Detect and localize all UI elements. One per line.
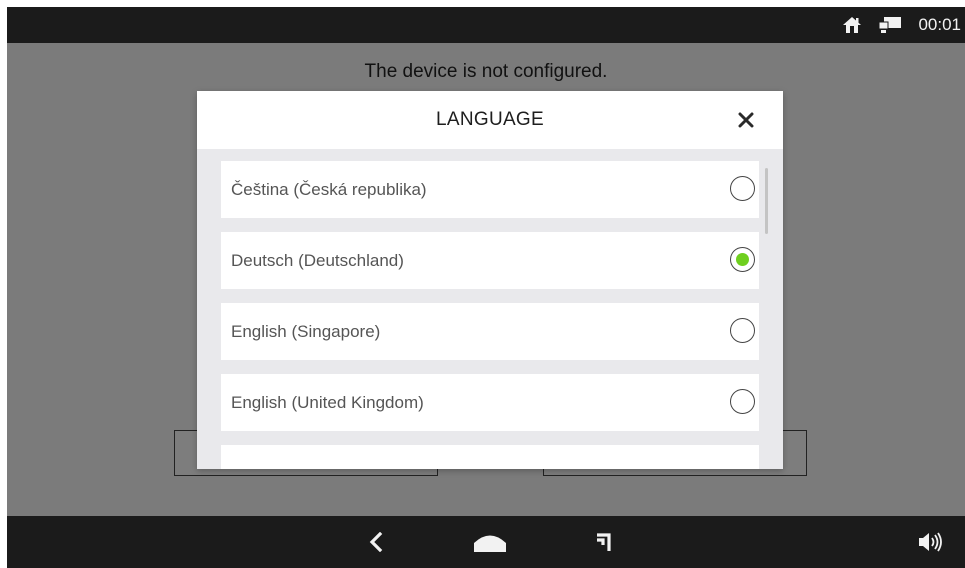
home-button[interactable] [464,516,516,568]
status-bar: 00:01 [7,7,965,43]
home-icon [474,535,506,552]
home-network-icon [843,17,862,33]
language-item-cestina[interactable]: Čeština (Česká republika) [221,161,759,218]
dialog-header: LANGUAGE [197,91,783,149]
language-label: Deutsch (Deutschland) [231,251,404,270]
back-icon [369,532,383,552]
back-button[interactable] [350,516,402,568]
not-configured-message: The device is not configured. [364,61,608,82]
list-scrollbar[interactable] [765,168,768,234]
device-screen: 00:01 The device is not configured. LANG… [7,7,965,568]
language-item-english-singapore[interactable]: English (Singapore) [221,303,759,360]
status-icons: 00:01 [842,7,965,43]
close-button[interactable] [733,107,759,133]
radio-button[interactable] [730,389,755,414]
language-item-deutsch[interactable]: Deutsch (Deutschland) [221,232,759,289]
status-time: 00:01 [918,15,961,34]
monitor-icon [878,17,902,33]
recent-apps-button[interactable] [578,516,630,568]
language-list[interactable]: Čeština (Česká republika) Deutsch (Deuts… [221,161,759,469]
language-label: English (Singapore) [231,322,381,341]
language-label: English (United Kingdom) [231,393,424,412]
radio-button-selected[interactable] [730,247,755,272]
language-item-english-uk[interactable]: English (United Kingdom) [221,374,759,431]
navigation-bar [7,516,965,568]
language-label: Čeština (Česká republika) [231,180,427,199]
language-item-next[interactable] [221,445,759,469]
close-icon [738,112,754,128]
volume-icon [919,532,942,552]
radio-button[interactable] [730,176,755,201]
recent-apps-icon [597,533,611,551]
dialog-title: LANGUAGE [436,109,544,130]
volume-button[interactable] [905,516,957,568]
radio-button[interactable] [730,318,755,343]
language-dialog: LANGUAGE Čeština (Česká republika) Deuts… [197,91,783,469]
radio-selected-dot [735,252,749,266]
